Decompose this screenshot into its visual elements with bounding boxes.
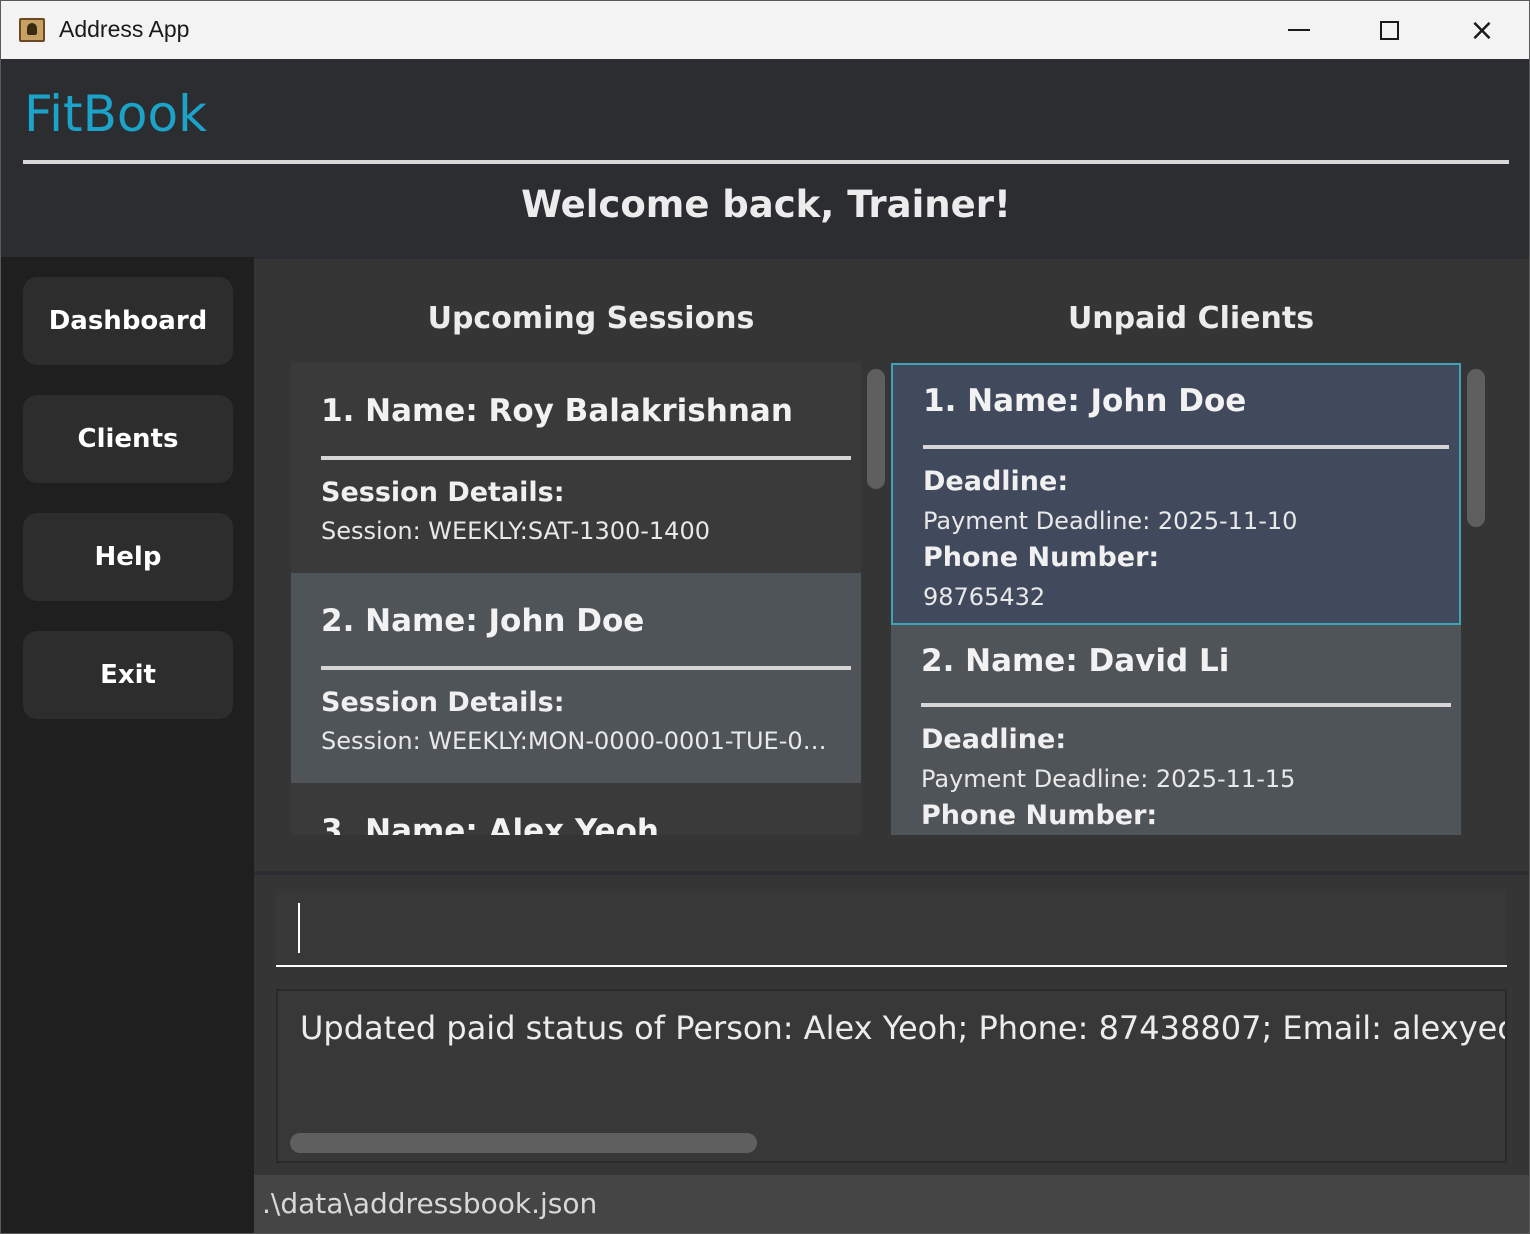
upcoming-sessions-list[interactable]: 1. Name: Roy Balakrishnan Session Detail… — [291, 363, 861, 835]
unpaid-scrollbar[interactable] — [1467, 369, 1485, 527]
app-window: Address App × FitBook Welcome back, Trai… — [0, 0, 1530, 1234]
status-bar: .\data\addressbook.json — [254, 1175, 1529, 1233]
deadline-value: Payment Deadline: 2025-11-15 — [921, 765, 1296, 793]
welcome-message: Welcome back, Trainer! — [521, 183, 1011, 226]
maximize-icon — [1379, 20, 1399, 40]
card-divider — [923, 445, 1449, 449]
card-divider — [921, 703, 1451, 707]
unpaid-client-card[interactable]: 1. Name: John Doe Deadline: Payment Dead… — [891, 363, 1461, 625]
result-panel: Updated paid status of Person: Alex Yeoh… — [254, 975, 1529, 1175]
session-details-value: Session: WEEKLY:MON-0000-0001-TUE-000... — [321, 727, 841, 755]
session-card[interactable]: 2. Name: John Doe Session Details: Sessi… — [291, 573, 861, 783]
card-divider — [321, 666, 851, 670]
title-bar: Address App × — [1, 1, 1529, 59]
text-caret — [298, 903, 300, 953]
maximize-button[interactable] — [1343, 1, 1435, 59]
sessions-scrollbar[interactable] — [867, 369, 885, 489]
session-card[interactable]: 3. Name: Alex Yeoh — [291, 783, 861, 835]
brand-title: FitBook — [24, 85, 208, 143]
window-title: Address App — [59, 16, 190, 42]
address-book-icon — [19, 18, 45, 42]
unpaid-client-name: 1. Name: John Doe — [923, 383, 1247, 419]
session-card[interactable]: 1. Name: Roy Balakrishnan Session Detail… — [291, 363, 861, 573]
phone-label: Phone Number: — [923, 542, 1160, 573]
unpaid-client-name: 2. Name: David Li — [921, 643, 1230, 679]
unpaid-client-card[interactable]: 2. Name: David Li Deadline: Payment Dead… — [891, 625, 1461, 835]
session-details-label: Session Details: — [321, 687, 565, 718]
phone-label: Phone Number: — [921, 800, 1158, 831]
session-client-name: 1. Name: Roy Balakrishnan — [321, 393, 793, 429]
data-file-path: .\data\addressbook.json — [262, 1187, 598, 1220]
deadline-label: Deadline: — [921, 724, 1067, 755]
deadline-value: Payment Deadline: 2025-11-10 — [923, 507, 1298, 535]
minimize-button[interactable] — [1253, 1, 1345, 59]
clients-button[interactable]: Clients — [23, 395, 233, 483]
session-client-name: 3. Name: Alex Yeoh — [321, 813, 659, 835]
result-display[interactable]: Updated paid status of Person: Alex Yeoh… — [276, 989, 1507, 1163]
upcoming-sessions-title: Upcoming Sessions — [427, 301, 755, 336]
session-client-name: 2. Name: John Doe — [321, 603, 645, 639]
dashboard-panel: Upcoming Sessions Unpaid Clients 1. Name… — [254, 257, 1529, 871]
card-divider — [321, 456, 851, 460]
unpaid-clients-list[interactable]: 1. Name: John Doe Deadline: Payment Dead… — [891, 363, 1461, 835]
close-button[interactable]: × — [1436, 1, 1528, 59]
exit-button[interactable]: Exit — [23, 631, 233, 719]
session-details-label: Session Details: — [321, 477, 565, 508]
sidebar: Dashboard Clients Help Exit — [1, 257, 254, 1233]
minimize-icon — [1288, 29, 1310, 31]
result-message: Updated paid status of Person: Alex Yeoh… — [300, 1009, 1505, 1047]
command-box-panel — [254, 871, 1529, 975]
command-input[interactable] — [276, 889, 1507, 967]
header-divider — [23, 160, 1509, 164]
unpaid-clients-title: Unpaid Clients — [1067, 301, 1315, 336]
deadline-label: Deadline: — [923, 466, 1069, 497]
dashboard-button[interactable]: Dashboard — [23, 277, 233, 365]
app-header: FitBook Welcome back, Trainer! — [1, 59, 1529, 257]
phone-value: 98765432 — [923, 583, 1046, 611]
result-scrollbar[interactable] — [290, 1133, 757, 1153]
close-icon: × — [1469, 12, 1495, 48]
session-details-value: Session: WEEKLY:SAT-1300-1400 — [321, 517, 710, 545]
help-button[interactable]: Help — [23, 513, 233, 601]
